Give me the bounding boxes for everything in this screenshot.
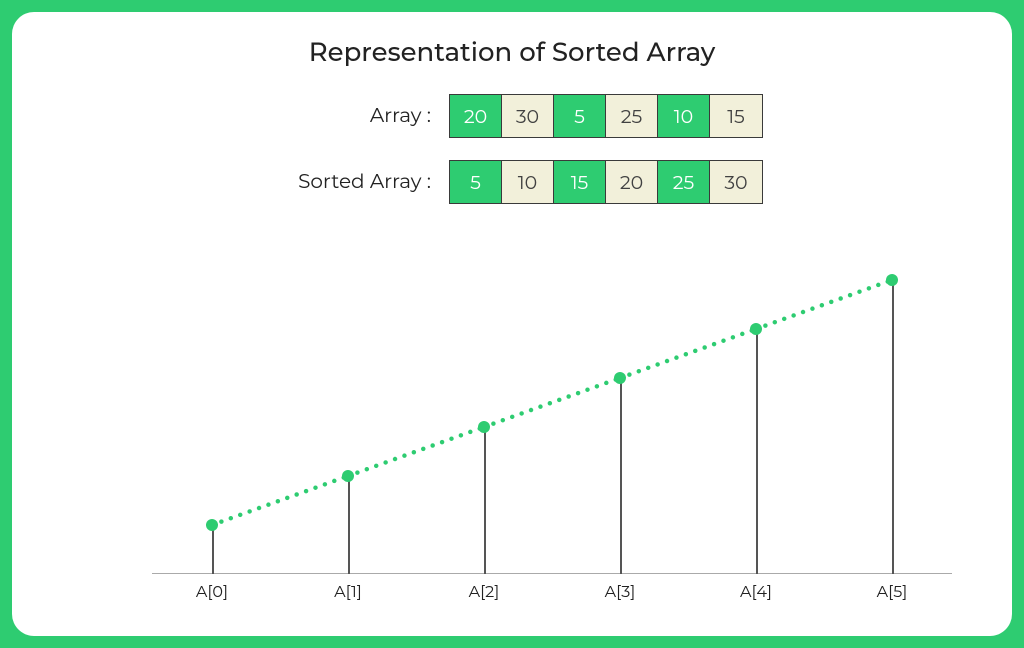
- array-cell: 10: [658, 95, 710, 137]
- array-cell: 20: [450, 95, 502, 137]
- sorted-cells: 5 10 15 20 25 30: [449, 160, 763, 204]
- sorted-cell: 5: [450, 161, 502, 203]
- x-tick-label: A[4]: [740, 583, 772, 602]
- diagram-frame: Representation of Sorted Array Array : 2…: [12, 12, 1012, 636]
- chart-point: [750, 323, 762, 335]
- array-cell: 30: [502, 95, 554, 137]
- chart-stem: [892, 280, 894, 574]
- array-label: Array :: [261, 104, 431, 128]
- chart-stem: [348, 476, 350, 574]
- array-cells: 20 30 5 25 10 15: [449, 94, 763, 138]
- sorted-cell: 10: [502, 161, 554, 203]
- trend-line: [152, 260, 952, 612]
- chart-stem: [756, 329, 758, 574]
- x-tick-label: A[1]: [334, 583, 362, 602]
- chart-stem: [484, 427, 486, 574]
- x-tick-label: A[0]: [196, 583, 228, 602]
- chart-stem: [212, 525, 214, 574]
- sorted-cell: 20: [606, 161, 658, 203]
- chart-point: [342, 470, 354, 482]
- array-cell: 5: [554, 95, 606, 137]
- x-axis: [152, 573, 952, 575]
- x-tick-label: A[5]: [877, 583, 908, 602]
- array-section: Array : 20 30 5 25 10 15 Sorted Array : …: [12, 94, 1012, 204]
- sorted-cell: 25: [658, 161, 710, 203]
- sorted-cell: 30: [710, 161, 762, 203]
- page-title: Representation of Sorted Array: [12, 36, 1012, 68]
- stem-chart: A[0] A[1] A[2] A[3] A[4] A[5]: [152, 260, 952, 612]
- chart-point: [886, 274, 898, 286]
- sorted-row: Sorted Array : 5 10 15 20 25 30: [261, 160, 763, 204]
- array-cell: 15: [710, 95, 762, 137]
- chart-point: [206, 519, 218, 531]
- chart-point: [614, 372, 626, 384]
- sorted-cell: 15: [554, 161, 606, 203]
- array-cell: 25: [606, 95, 658, 137]
- x-tick-label: A[2]: [469, 583, 500, 602]
- chart-stem: [620, 378, 622, 574]
- chart-point: [478, 421, 490, 433]
- x-tick-label: A[3]: [605, 583, 636, 602]
- array-row: Array : 20 30 5 25 10 15: [261, 94, 763, 138]
- sorted-label: Sorted Array :: [261, 170, 431, 194]
